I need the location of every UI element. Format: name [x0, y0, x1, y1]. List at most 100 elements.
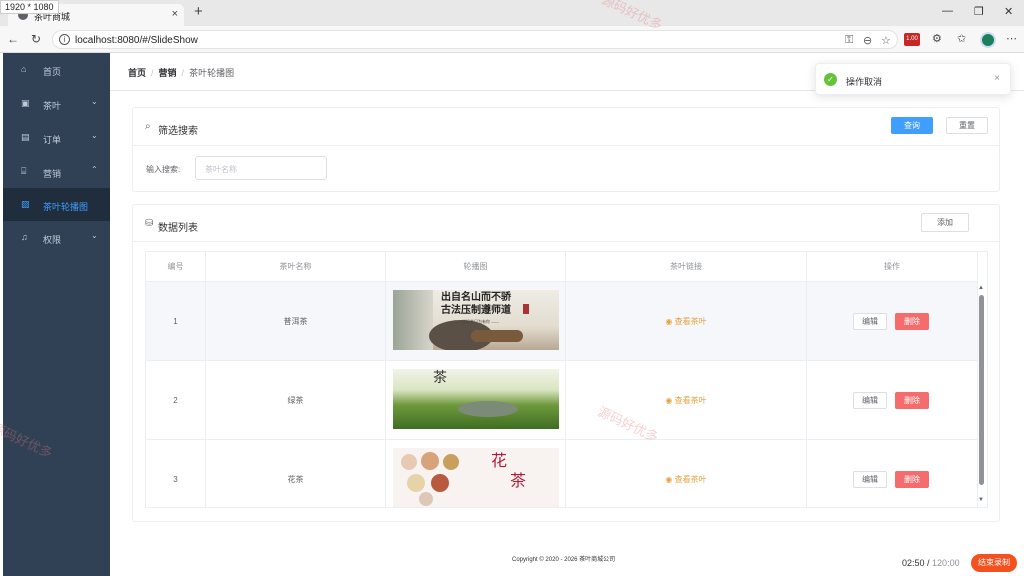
toast-text: 操作取消	[846, 77, 883, 87]
delete-button[interactable]: 删除	[895, 313, 929, 330]
query-button[interactable]: 查询	[891, 117, 933, 134]
banner-image-green-tea: 茶	[393, 369, 559, 429]
back-icon[interactable]: ←	[7, 32, 19, 46]
star-icon[interactable]: ☆	[881, 34, 891, 47]
site-info-icon[interactable]: i	[59, 34, 70, 45]
favorites-icon[interactable]: ✩	[957, 32, 966, 45]
url-input[interactable]: i localhost:8080/#/SlideShow ⚿ ⊖ ☆	[52, 30, 898, 49]
chevron-down-icon: ⌄	[91, 97, 98, 106]
column-header-name: 茶叶名称	[206, 252, 386, 282]
database-icon: ⛁	[145, 218, 154, 229]
recording-timer: 02:50 / 120:00	[902, 558, 960, 568]
scroll-down-icon[interactable]: ▼	[978, 497, 984, 503]
more-icon[interactable]: ⋯	[1006, 32, 1017, 45]
cell-id: 1	[146, 282, 206, 361]
search-placeholder: 茶叶名称	[205, 165, 237, 174]
cell-id: 3	[146, 440, 206, 507]
reset-button[interactable]: 重置	[946, 117, 988, 134]
delete-button[interactable]: 删除	[895, 471, 929, 488]
banner-headline: 古法压制遵师道	[441, 305, 511, 316]
column-header-actions: 操作	[807, 252, 978, 282]
cell-actions: 编辑 删除	[807, 361, 978, 440]
box-icon: ▣	[21, 98, 30, 108]
breadcrumb-current: 茶叶轮播图	[189, 68, 235, 78]
sidebar-item-label: 订单	[43, 135, 62, 145]
cell-actions: 编辑 删除	[807, 440, 978, 507]
footer-copyright: Copyright © 2020 - 2026 茶叶商城公司	[512, 557, 616, 563]
view-tea-link[interactable]: ◉ 查看茶叶	[566, 282, 807, 361]
order-icon: ▤	[21, 132, 30, 142]
toast-close-icon[interactable]: ×	[994, 73, 1000, 84]
toast-message: ✓ 操作取消 ×	[815, 63, 1011, 95]
eye-icon: ◉	[665, 396, 675, 405]
address-bar: ← ↻ i localhost:8080/#/SlideShow ⚿ ⊖ ☆ ⚙…	[0, 26, 1024, 53]
resolution-badge: 1920 * 1080	[0, 0, 59, 14]
cell-banner: 花 茶	[386, 440, 566, 507]
view-tea-link[interactable]: ◉ 查看茶叶	[566, 361, 807, 440]
cell-banner: 出自名山而不骄 古法压制遵师道 —— 道好茶只为有你 ——	[386, 282, 566, 361]
sidebar-item-orders[interactable]: ▤ 订单 ⌄	[3, 121, 110, 154]
table-row: 2 绿茶 茶 ◉ 查看茶叶 编辑 删除	[146, 361, 978, 440]
sidebar-item-label: 茶叶轮播图	[43, 202, 89, 212]
table-scrollbar[interactable]	[979, 295, 984, 485]
sidebar-item-home[interactable]: ⌂ 首页	[3, 53, 110, 86]
sidebar: ⌂ 首页 ▣ 茶叶 ⌄ ▤ 订单 ⌄ ⌸ 营销 ⌃ ▨ 茶叶轮播图 ♫ 权限 ⌄	[3, 53, 110, 576]
view-tea-link[interactable]: ◉ 查看茶叶	[566, 440, 807, 507]
close-window-icon[interactable]: ✕	[1004, 5, 1013, 18]
cell-id: 2	[146, 361, 206, 440]
banner-image-puer: 出自名山而不骄 古法压制遵师道 —— 道好茶只为有你 ——	[393, 290, 559, 350]
sidebar-item-label: 首页	[43, 67, 62, 77]
banner-image-flower-tea: 花 茶	[393, 448, 559, 507]
banner-caption: —— 道好茶只为有你 ——	[452, 319, 500, 324]
column-header-banner: 轮播图	[386, 252, 566, 282]
cell-name: 花茶	[206, 440, 386, 507]
maximize-icon[interactable]: ❐	[974, 5, 984, 18]
new-tab-button[interactable]: +	[194, 3, 203, 20]
breadcrumb: 首页 / 营销 / 茶叶轮播图	[128, 68, 235, 78]
reload-icon[interactable]: ↻	[31, 32, 41, 46]
success-icon: ✓	[824, 73, 837, 86]
extension-badge-icon[interactable]: 1.00	[904, 33, 920, 46]
sidebar-item-permissions[interactable]: ♫ 权限 ⌄	[3, 221, 110, 254]
delete-button[interactable]: 删除	[895, 392, 929, 409]
edit-button[interactable]: 编辑	[853, 313, 887, 330]
home-icon: ⌂	[21, 64, 27, 74]
zoom-icon[interactable]: ⊖	[863, 34, 872, 47]
chevron-down-icon: ⌄	[91, 131, 98, 140]
banner-headline: 出自名山而不骄	[441, 292, 511, 303]
sidebar-item-marketing[interactable]: ⌸ 营销 ⌃	[3, 155, 110, 188]
breadcrumb-home[interactable]: 首页	[128, 68, 146, 78]
stop-recording-button[interactable]: 结束录制	[971, 554, 1017, 572]
edit-button[interactable]: 编辑	[853, 471, 887, 488]
chevron-up-icon: ⌃	[91, 165, 98, 174]
profile-avatar[interactable]	[980, 32, 996, 48]
list-title: 数据列表	[158, 223, 198, 234]
eye-icon: ◉	[665, 475, 675, 484]
sidebar-item-tea[interactable]: ▣ 茶叶 ⌄	[3, 87, 110, 120]
key-icon[interactable]: ⚿	[845, 34, 853, 47]
cell-banner: 茶	[386, 361, 566, 440]
minimize-icon[interactable]: —	[942, 5, 953, 17]
column-header-id: 编号	[146, 252, 206, 282]
sidebar-item-label: 茶叶	[43, 101, 62, 111]
extensions-icon[interactable]: ⚙	[932, 32, 942, 45]
filter-card: ⌕ 筛选搜索 查询 重置 输入搜索: 茶叶名称	[132, 107, 1000, 192]
banner-headline: 茶	[433, 370, 447, 386]
add-button[interactable]: 添加	[921, 213, 969, 232]
column-header-link: 茶叶链接	[566, 252, 807, 282]
tab-close-icon[interactable]: ×	[172, 8, 178, 20]
table-row: 1 普洱茶 出自名山而不骄 古法压制遵师道 —— 道好茶只为有你 —— ◉ 查看…	[146, 282, 978, 361]
cell-actions: 编辑 删除	[807, 282, 978, 361]
sidebar-item-slideshow[interactable]: ▨ 茶叶轮播图	[3, 188, 110, 221]
scroll-up-icon[interactable]: ▲	[978, 285, 984, 291]
table-row: 3 花茶 花 茶 ◉ 查看茶叶 编辑 删除	[146, 440, 978, 507]
shop-icon: ⌸	[21, 166, 27, 176]
sidebar-item-label: 权限	[43, 235, 62, 245]
card-divider	[133, 241, 999, 242]
breadcrumb-marketing[interactable]: 营销	[159, 68, 177, 78]
card-divider	[133, 145, 999, 146]
edit-button[interactable]: 编辑	[853, 392, 887, 409]
search-input[interactable]: 茶叶名称	[195, 156, 327, 180]
banner-headline: 茶	[509, 471, 526, 490]
data-table: 编号 茶叶名称 轮播图 茶叶链接 操作 1 普洱茶 出自名山而不骄 古法压制遵师…	[145, 251, 988, 508]
